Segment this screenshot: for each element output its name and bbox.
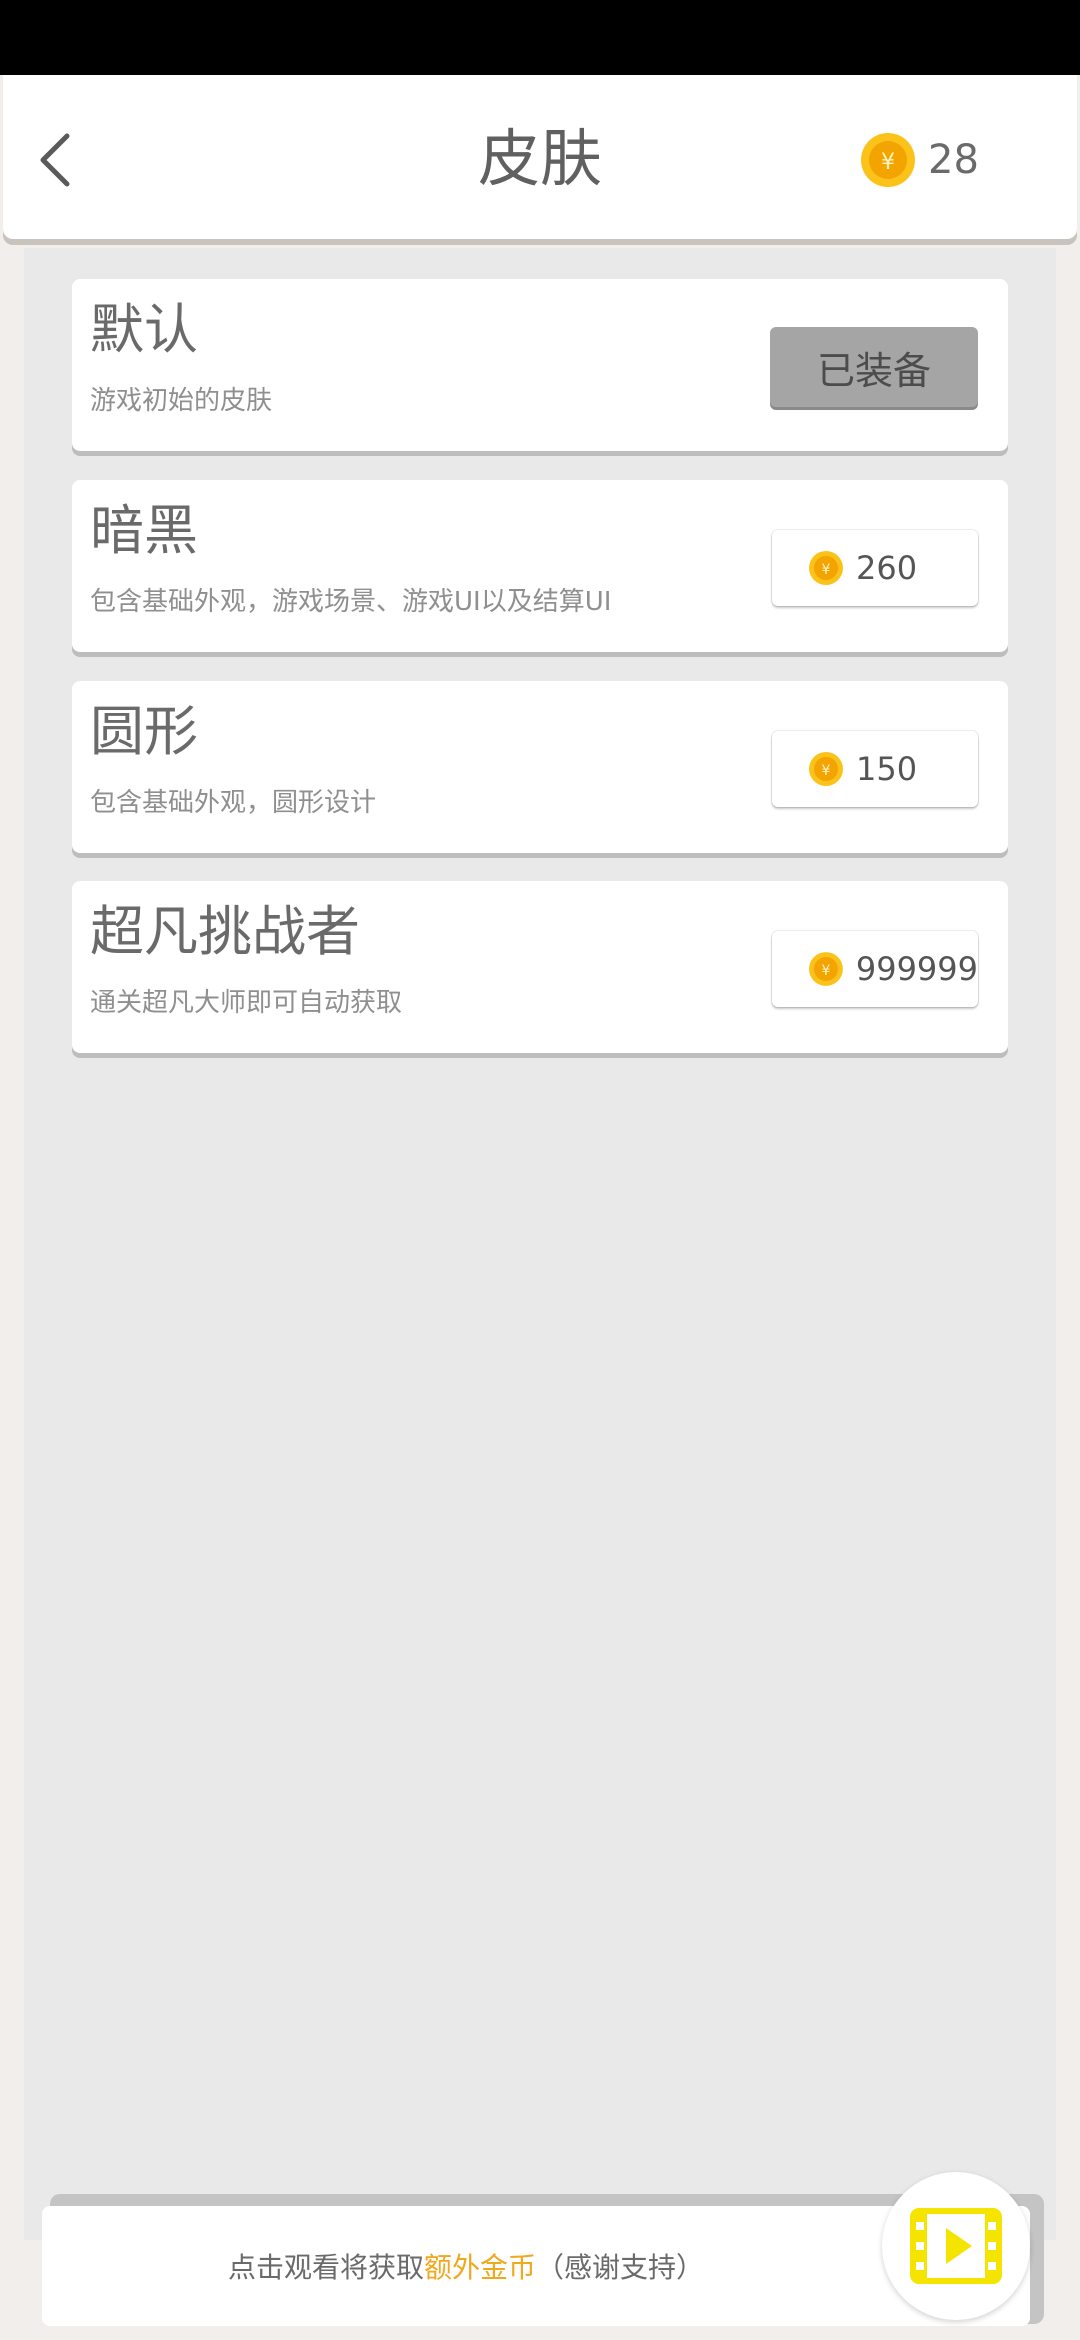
skin-name: 超凡挑战者 — [90, 900, 360, 963]
yuan-coin-icon: ¥ — [861, 133, 915, 187]
skin-description: 包含基础外观，圆形设计 — [90, 788, 377, 818]
skin-description: 通关超凡大师即可自动获取 — [90, 988, 403, 1018]
film-play-icon — [910, 2208, 1002, 2284]
svg-text:¥: ¥ — [821, 963, 830, 979]
buy-button[interactable]: ¥ 999999 — [772, 931, 978, 1007]
yuan-coin-icon: ¥ — [808, 952, 843, 986]
buy-button[interactable]: ¥ 260 — [772, 530, 978, 606]
skin-name: 圆形 — [90, 700, 198, 763]
skin-description: 包含基础外观，游戏场景、游戏UI以及结算UI — [90, 587, 612, 617]
coin-balance-value: 28 — [928, 137, 979, 183]
yuan-coin-icon: ¥ — [809, 551, 843, 585]
watch-ad-text-highlight: 额外金币 — [423, 2251, 536, 2284]
watch-ad-text-suffix: （感谢支持） — [536, 2251, 705, 2284]
equipped-button[interactable]: 已装备 — [770, 327, 978, 407]
watch-ad-text: 点击观看将获取额外金币（感谢支持） — [42, 2246, 890, 2286]
skin-card-default: 默认 游戏初始的皮肤 已装备 — [72, 279, 1008, 451]
watch-ad-bar[interactable]: 点击观看将获取额外金币（感谢支持） — [42, 2206, 1030, 2326]
skin-description: 游戏初始的皮肤 — [90, 386, 273, 416]
svg-text:¥: ¥ — [822, 763, 831, 779]
skin-card-challenger: 超凡挑战者 通关超凡大师即可自动获取 ¥ 999999 — [72, 881, 1008, 1053]
price-value: 999999 — [855, 950, 978, 988]
watch-ad-text-prefix: 点击观看将获取 — [227, 2251, 424, 2284]
yuan-coin-icon: ¥ — [809, 752, 843, 786]
svg-text:¥: ¥ — [822, 562, 831, 578]
coin-balance: ¥ 28 — [860, 130, 979, 190]
watch-video-button[interactable] — [882, 2172, 1030, 2320]
svg-text:¥: ¥ — [881, 150, 895, 175]
price-value: 150 — [856, 750, 918, 788]
skin-card-round: 圆形 包含基础外观，圆形设计 ¥ 150 — [72, 681, 1008, 853]
skin-card-dark: 暗黑 包含基础外观，游戏场景、游戏UI以及结算UI ¥ 260 — [72, 480, 1008, 652]
price-value: 260 — [856, 549, 918, 587]
buy-button[interactable]: ¥ 150 — [772, 731, 978, 807]
skin-name: 默认 — [90, 298, 198, 361]
status-bar — [0, 0, 1080, 75]
skin-name: 暗黑 — [90, 499, 198, 562]
header: 皮肤 ¥ 28 — [3, 75, 1077, 239]
